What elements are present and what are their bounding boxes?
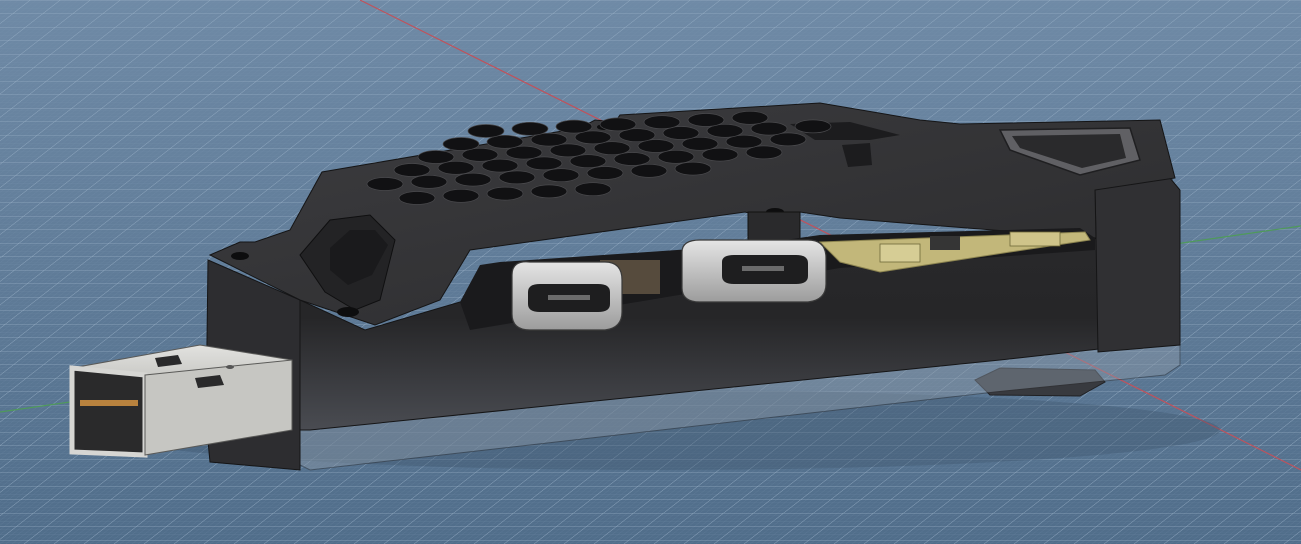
vent-hole bbox=[574, 182, 612, 197]
vent-hole bbox=[674, 161, 712, 176]
vent-hole bbox=[542, 168, 580, 183]
usb-plug-front bbox=[71, 367, 146, 456]
vent-hole bbox=[530, 184, 568, 199]
case-right-end bbox=[1094, 177, 1181, 353]
vent-hole bbox=[393, 163, 431, 177]
usb-plug-dot bbox=[226, 365, 234, 369]
vent-hole bbox=[555, 119, 593, 134]
vent-hole bbox=[599, 117, 637, 132]
vent-hole bbox=[687, 113, 725, 127]
vent-hole bbox=[410, 174, 448, 189]
pcb-chip-2 bbox=[930, 236, 960, 250]
screw-hole-left bbox=[231, 252, 249, 260]
vent-hole bbox=[731, 110, 769, 125]
pcb-chip-1 bbox=[879, 243, 921, 263]
usb-plug-contact bbox=[80, 400, 138, 406]
vent-hole bbox=[454, 172, 492, 187]
vent-hole bbox=[586, 166, 624, 180]
vent-hole bbox=[442, 188, 480, 203]
vent-hole bbox=[467, 124, 505, 138]
vent-hole bbox=[366, 177, 404, 191]
vent-hole bbox=[630, 163, 668, 178]
pcb-chip-3 bbox=[1009, 231, 1061, 247]
vent-hole bbox=[511, 121, 549, 136]
screw-hole-front bbox=[337, 307, 359, 317]
usb-c-port-1[interactable] bbox=[511, 261, 623, 331]
vent-hole bbox=[498, 170, 536, 185]
vent-hole bbox=[398, 191, 436, 205]
vent-hole bbox=[794, 119, 832, 134]
cad-3d-scene[interactable] bbox=[0, 0, 1301, 544]
vent-hole bbox=[643, 115, 681, 130]
vent-hole bbox=[442, 137, 480, 151]
vent-hole bbox=[486, 186, 524, 201]
usb-c-port-2[interactable] bbox=[681, 239, 827, 303]
cad-viewport[interactable] bbox=[0, 0, 1301, 544]
vent-hole bbox=[417, 150, 455, 164]
